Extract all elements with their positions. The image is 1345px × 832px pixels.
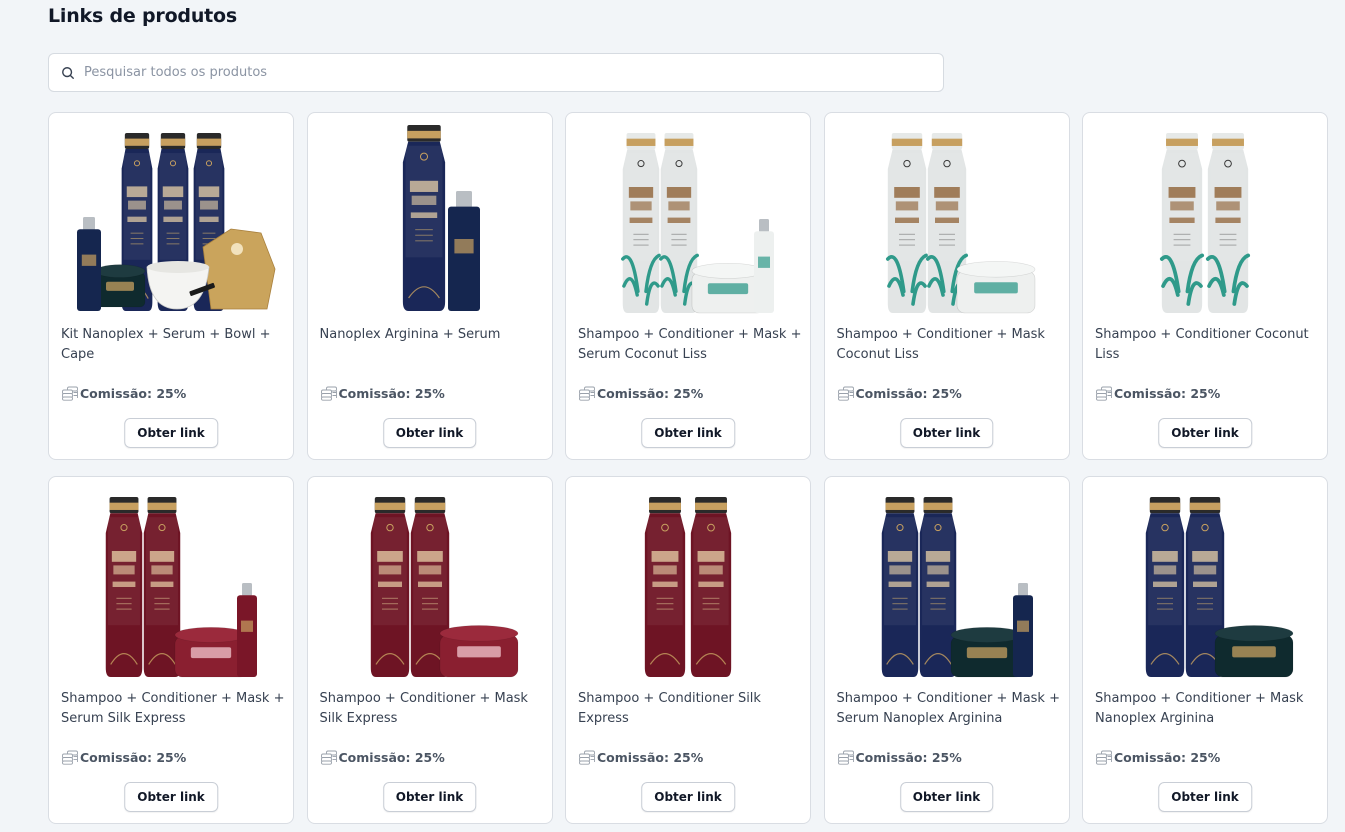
commission-row: Comissão: 25% [578, 749, 703, 765]
commission-row: Comissão: 25% [61, 749, 186, 765]
commission-label: Comissão: 25% [1114, 749, 1221, 765]
commission-label: Comissão: 25% [80, 749, 187, 765]
commission-label: Comissão: 25% [80, 385, 187, 401]
get-link-button[interactable]: Obter link [1158, 782, 1252, 812]
product-name: Shampoo + Conditioner Silk Express [578, 691, 761, 726]
get-link-button[interactable]: Obter link [382, 418, 477, 448]
coins-icon [62, 386, 78, 401]
product-card: Kit Nanoplex + Serum + Bowl + Cape Comis… [48, 112, 294, 460]
product-name: Shampoo + Conditioner Coconut Liss [1095, 327, 1309, 362]
search-bar[interactable] [48, 53, 944, 92]
coins-icon [1096, 386, 1112, 401]
commission-label: Comissão: 25% [855, 385, 962, 401]
product-name: Shampoo + Conditioner + Mask Silk Expres… [319, 691, 528, 726]
commission-row: Comissão: 25% [1095, 749, 1220, 765]
get-link-button[interactable]: Obter link [124, 418, 218, 448]
commission-row: Comissão: 25% [1095, 385, 1220, 401]
commission-row: Comissão: 25% [61, 385, 186, 401]
search-icon [62, 66, 74, 79]
product-image [837, 483, 1059, 679]
product-card: Shampoo + Conditioner + Mask Coconut Lis… [823, 112, 1070, 460]
coins-icon [579, 386, 595, 401]
coins-icon [320, 750, 337, 765]
product-image [1095, 119, 1317, 315]
commission-label: Comissão: 25% [855, 749, 962, 765]
product-card: Shampoo + Conditioner + Mask Nanoplex Ar… [1082, 476, 1328, 824]
product-image [1095, 483, 1317, 679]
get-link-button[interactable]: Obter link [641, 782, 735, 812]
product-card: Shampoo + Conditioner + Mask + Serum Nan… [823, 476, 1070, 824]
commission-label: Comissão: 25% [597, 385, 704, 401]
commission-row: Comissão: 25% [578, 385, 703, 401]
product-image [837, 119, 1059, 315]
coins-icon [62, 750, 78, 765]
coins-icon [320, 386, 337, 401]
search-input[interactable] [84, 65, 904, 80]
product-name: Shampoo + Conditioner + Mask + Serum Nan… [836, 691, 1060, 726]
product-name: Shampoo + Conditioner + Mask + Serum Sil… [61, 691, 285, 726]
product-card: Shampoo + Conditioner + Mask Silk Expres… [306, 476, 553, 824]
product-card: Shampoo + Conditioner Silk Express Comis… [565, 476, 811, 824]
page-title: Links de produtos [48, 5, 238, 27]
get-link-button[interactable]: Obter link [641, 418, 735, 448]
commission-label: Comissão: 25% [1114, 385, 1221, 401]
commission-label: Comissão: 25% [338, 385, 445, 401]
product-image [320, 483, 542, 679]
product-card: Shampoo + Conditioner + Mask + Serum Coc… [565, 112, 811, 460]
commission-row: Comissão: 25% [837, 385, 962, 401]
product-image [61, 119, 283, 315]
product-card: Shampoo + Conditioner Coconut Liss Comis… [1082, 112, 1328, 460]
get-link-button[interactable]: Obter link [899, 418, 994, 448]
coins-icon [837, 386, 854, 401]
coins-icon [837, 750, 854, 765]
coins-icon [1096, 750, 1112, 765]
product-name: Nanoplex Arginina + Serum [319, 327, 501, 342]
product-name: Shampoo + Conditioner + Mask + Serum Coc… [578, 327, 802, 362]
commission-label: Comissão: 25% [597, 749, 704, 765]
product-image [320, 119, 542, 315]
get-link-button[interactable]: Obter link [124, 782, 218, 812]
commission-label: Comissão: 25% [338, 749, 445, 765]
product-name: Shampoo + Conditioner + Mask Coconut Lis… [836, 327, 1045, 362]
product-card: Nanoplex Arginina + Serum Comissão: 25% … [306, 112, 553, 460]
product-image [61, 483, 283, 679]
product-grid: Kit Nanoplex + Serum + Bowl + Cape Comis… [48, 112, 1328, 824]
commission-row: Comissão: 25% [320, 749, 445, 765]
commission-row: Comissão: 25% [320, 385, 445, 401]
get-link-button[interactable]: Obter link [1158, 418, 1252, 448]
product-card: Shampoo + Conditioner + Mask + Serum Sil… [48, 476, 294, 824]
product-image [578, 483, 800, 679]
product-name: Shampoo + Conditioner + Mask Nanoplex Ar… [1095, 691, 1304, 726]
commission-row: Comissão: 25% [837, 749, 962, 765]
get-link-button[interactable]: Obter link [899, 782, 994, 812]
coins-icon [579, 750, 595, 765]
product-image [578, 119, 800, 315]
product-name: Kit Nanoplex + Serum + Bowl + Cape [61, 327, 271, 362]
get-link-button[interactable]: Obter link [382, 782, 477, 812]
